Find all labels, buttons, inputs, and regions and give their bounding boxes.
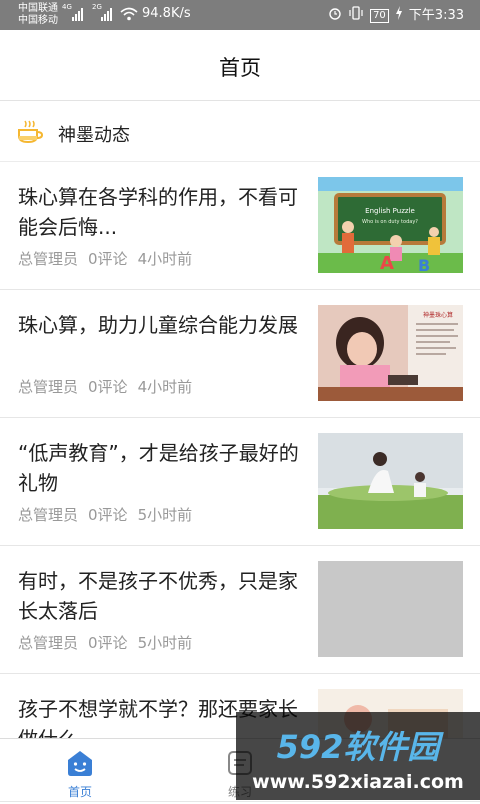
news-time: 4小时前 xyxy=(137,250,193,268)
news-thumbnail-placeholder xyxy=(318,561,463,657)
news-thumbnail: English Puzzle Who is on duty today? A B xyxy=(318,177,463,273)
section-title: 神墨动态 xyxy=(58,125,130,146)
news-time: 5小时前 xyxy=(137,506,193,524)
news-time: 5小时前 xyxy=(137,634,193,652)
wifi-icon xyxy=(120,7,138,24)
page-title: 首页 xyxy=(219,56,261,80)
cup-icon xyxy=(16,119,44,145)
clock: 下午3:33 xyxy=(408,7,464,23)
status-bar: 中国联通 中国移动 4G 2G 94.8K/s 70 下午3:33 xyxy=(0,0,480,30)
news-thumbnail: 神墨珠心算 xyxy=(318,305,463,401)
title-bar: 首页 xyxy=(0,30,480,101)
news-comments: 0评论 xyxy=(88,634,128,652)
news-author: 总管理员 xyxy=(18,506,79,524)
news-comments: 0评论 xyxy=(88,506,128,524)
news-comments: 0评论 xyxy=(88,250,128,268)
charging-icon xyxy=(395,6,403,25)
signal-icon xyxy=(72,8,85,21)
carrier-1: 中国联通 xyxy=(18,3,58,14)
watermark-overlay: 592软件园 www.592xiazai.com xyxy=(236,712,480,800)
svg-text:A: A xyxy=(380,253,394,273)
news-item[interactable]: 珠心算在各学科的作用，不看可能会后悔... 总管理员 0评论 4小时前 Engl… xyxy=(0,162,480,290)
news-item[interactable]: 珠心算，助力儿童综合能力发展 总管理员 0评论 4小时前 神墨珠心算 xyxy=(0,290,480,418)
home-face-icon xyxy=(64,747,96,779)
board-text: English Puzzle xyxy=(365,207,415,215)
signal-icon xyxy=(101,8,114,21)
poster-title: 神墨珠心算 xyxy=(423,311,453,319)
news-meta: 总管理员 0评论 4小时前 xyxy=(18,248,192,269)
vibrate-icon xyxy=(348,6,364,25)
news-thumbnail xyxy=(318,433,463,529)
network-type-1: 4G xyxy=(62,3,72,11)
tab-label: 首页 xyxy=(67,785,92,799)
news-author: 总管理员 xyxy=(18,250,79,268)
news-feed: 珠心算在各学科的作用，不看可能会后悔... 总管理员 0评论 4小时前 Engl… xyxy=(0,162,480,802)
board-text: Who is on duty today? xyxy=(362,219,418,225)
news-title: 珠心算在各学科的作用，不看可能会后悔... xyxy=(18,185,298,239)
news-comments: 0评论 xyxy=(88,378,128,396)
alarm-icon xyxy=(328,6,342,25)
news-meta: 总管理员 0评论 4小时前 xyxy=(18,376,192,397)
news-meta: 总管理员 0评论 5小时前 xyxy=(18,504,192,525)
watermark-url: www.592xiazai.com xyxy=(252,771,464,793)
news-item[interactable]: “低声教育”，才是给孩子最好的礼物 总管理员 0评论 5小时前 xyxy=(0,418,480,546)
section-header[interactable]: 神墨动态 xyxy=(0,101,480,161)
tab-home[interactable]: 首页 xyxy=(0,739,160,801)
watermark-logo: 592软件园 xyxy=(277,728,445,766)
battery-icon: 70 xyxy=(370,8,389,23)
network-speed: 94.8K/s xyxy=(142,6,191,21)
news-title: “低声教育”，才是给孩子最好的礼物 xyxy=(18,441,299,495)
news-author: 总管理员 xyxy=(18,378,79,396)
carrier-2: 中国移动 xyxy=(18,15,58,26)
news-title: 有时，不是孩子不优秀，只是家长太落后 xyxy=(18,569,298,623)
news-meta: 总管理员 0评论 5小时前 xyxy=(18,632,192,653)
carrier-names: 中国联通 中国移动 xyxy=(18,3,58,27)
news-item[interactable]: 有时，不是孩子不优秀，只是家长太落后 总管理员 0评论 5小时前 xyxy=(0,546,480,674)
news-time: 4小时前 xyxy=(137,378,193,396)
news-author: 总管理员 xyxy=(18,634,79,652)
svg-text:B: B xyxy=(418,256,430,273)
news-title: 珠心算，助力儿童综合能力发展 xyxy=(18,313,298,337)
